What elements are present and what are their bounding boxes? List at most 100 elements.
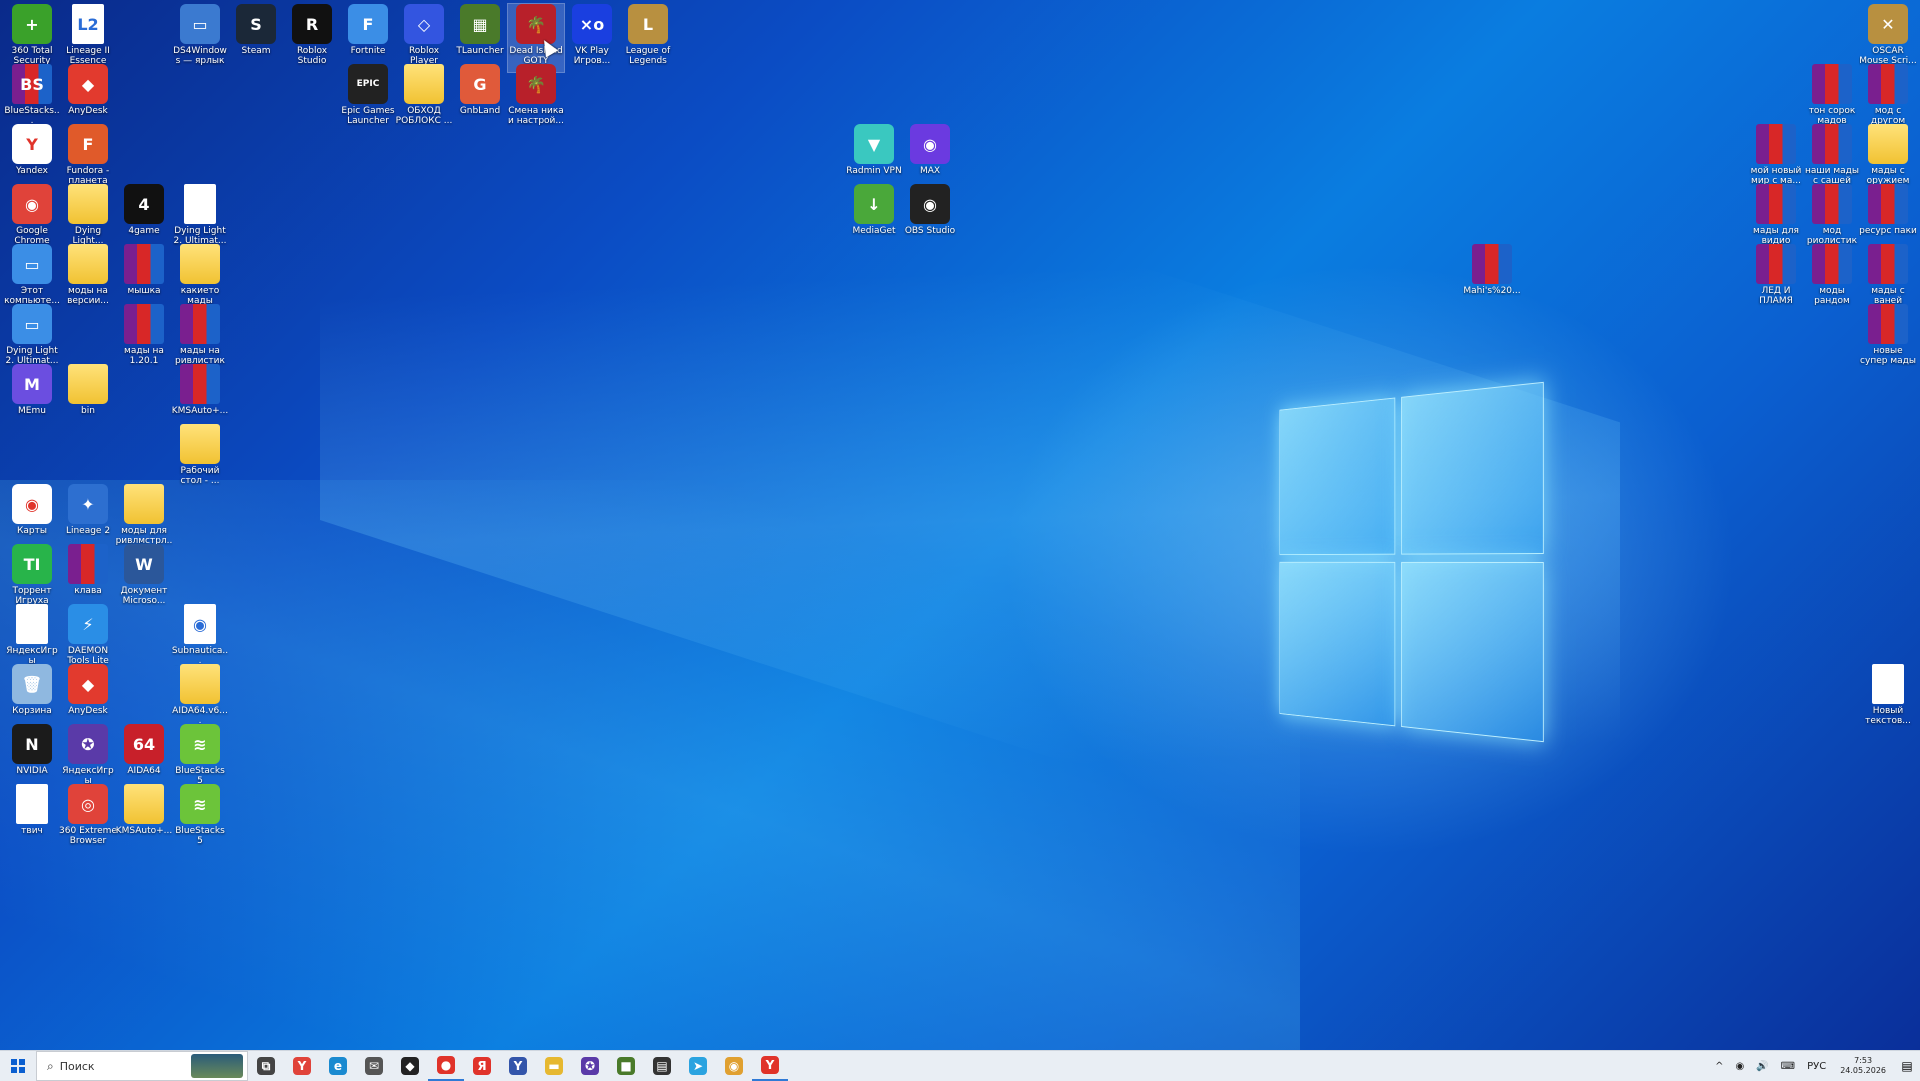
desktop-icon[interactable]: L2 Lineage II Essence xyxy=(60,4,116,72)
desktop-icon[interactable]: R Roblox Studio xyxy=(284,4,340,72)
desktop-icon[interactable]: ресурс паки xyxy=(1859,184,1917,252)
desktop-icon[interactable]: Dying Light... xyxy=(60,184,116,252)
notifications-icon[interactable]: ▤ xyxy=(1894,1051,1920,1081)
desktop-icon[interactable]: G GnbLand xyxy=(452,64,508,132)
taskbar-terminal-button[interactable]: ▤ xyxy=(644,1051,680,1081)
network-icon[interactable]: ◉ xyxy=(1735,1061,1744,1072)
taskbar-yandex-active-button[interactable]: Y xyxy=(752,1051,788,1081)
taskbar-epic-games-button[interactable]: ◆ xyxy=(392,1051,428,1081)
desktop-icon[interactable]: какието мады xyxy=(172,244,228,312)
desktop-icon[interactable]: F Fortnite xyxy=(340,4,396,72)
desktop-icon[interactable]: ▦ TLauncher xyxy=(452,4,508,72)
desktop-icon[interactable]: Mahi's%20... xyxy=(1463,244,1521,312)
desktop-icon[interactable]: ◇ Roblox Player xyxy=(396,4,452,72)
desktop-icon[interactable]: TI Торрент Игруха xyxy=(4,544,60,612)
desktop-icon[interactable]: W Документ Microso... xyxy=(116,544,172,612)
desktop-icon[interactable]: мады на ривлистик xyxy=(172,304,228,372)
desktop-icon[interactable]: наши мады с сашей xyxy=(1804,124,1860,192)
desktop-icon[interactable]: ✦ Lineage 2 xyxy=(60,484,116,552)
taskbar-yandex-browser-button[interactable]: Y xyxy=(284,1051,320,1081)
desktop-icon[interactable]: мод риолистик xyxy=(1804,184,1860,252)
desktop-icon[interactable]: моды на версии... xyxy=(60,244,116,312)
volume-icon[interactable]: 🔊 xyxy=(1756,1061,1768,1072)
desktop-icon[interactable]: твич xyxy=(4,784,60,852)
desktop-icon[interactable]: ↓ MediaGet xyxy=(846,184,902,252)
desktop[interactable]: +360 Total Security L2 Lineage II Essence B… xyxy=(0,0,1920,1050)
tray-chevron-icon[interactable]: ^ xyxy=(1715,1061,1723,1072)
taskbar-yandex-games-button[interactable]: ✪ xyxy=(572,1051,608,1081)
desktop-icon[interactable]: ЛЁД И ПЛАМЯ xyxy=(1748,244,1804,312)
taskbar-chrome-button[interactable]: ◉ xyxy=(716,1051,752,1081)
desktop-icon[interactable]: новые супер мады с ору... xyxy=(1860,304,1916,372)
desktop-icon[interactable]: 64 AIDA64 xyxy=(116,724,172,792)
desktop-icon[interactable]: ◉ Карты xyxy=(4,484,60,552)
desktop-icon[interactable]: ◉ Google Chrome xyxy=(4,184,60,252)
desktop-icon[interactable]: ×o VK Play Игров... xyxy=(564,4,620,72)
desktop-icon[interactable]: ≋ BlueStacks 5 xyxy=(172,784,228,852)
desktop-icon[interactable]: ≋ BlueStacks 5 xyxy=(172,724,228,792)
desktop-icon[interactable]: 4 4game xyxy=(116,184,172,252)
taskbar-yandex-app-button[interactable]: Y xyxy=(500,1051,536,1081)
taskbar-minecraft-button[interactable]: ■ xyxy=(608,1051,644,1081)
desktop-icon[interactable]: моды для ривлмстрл... xyxy=(116,484,172,552)
desktop-icon[interactable]: мышка xyxy=(116,244,172,312)
desktop-icon[interactable]: ◉Subnautica... AvailableT... xyxy=(172,604,228,672)
desktop-icon[interactable]: Рабочий стол - ... xyxy=(172,424,228,492)
desktop-icon[interactable]: ▭ DS4Windows — ярлык xyxy=(172,4,228,72)
language-indicator[interactable]: РУС xyxy=(1807,1061,1826,1072)
app-icon xyxy=(1756,124,1796,164)
desktop-icon[interactable]: S Steam xyxy=(228,4,284,72)
desktop-icon[interactable]: ◆ AnyDesk xyxy=(60,64,116,132)
search-input[interactable]: ⌕ Поиск xyxy=(36,1051,248,1081)
desktop-icon[interactable]: ◆ AnyDesk xyxy=(60,664,116,732)
clock[interactable]: 7:53 24.05.2026 xyxy=(1840,1056,1886,1076)
desktop-icon[interactable]: L League of Legends xyxy=(620,4,676,72)
desktop-icon[interactable]: мады на 1.20.1 xyxy=(116,304,172,372)
desktop-icon[interactable]: ◉ OBS Studio xyxy=(902,184,958,252)
desktop-icon[interactable]: моды рандом xyxy=(1804,244,1860,312)
desktop-icon[interactable]: Dying Light 2. Ultimat... xyxy=(172,184,228,252)
desktop-icon[interactable]: EPIC Epic Games Launcher xyxy=(340,64,396,132)
desktop-icon[interactable]: KMSAuto+... xyxy=(116,784,172,852)
taskbar-telegram-button[interactable]: ➤ xyxy=(680,1051,716,1081)
desktop-icon[interactable]: Y Yandex xyxy=(4,124,60,192)
desktop-icon[interactable]: AIDA64.v6.... xyxy=(172,664,228,732)
desktop-icon[interactable]: KMSAuto+... xyxy=(172,364,228,432)
desktop-icon[interactable]: ✕ OSCAR Mouse Scri... xyxy=(1859,4,1917,72)
desktop-icon[interactable]: 🌴 Смена ника и настрой... xyxy=(508,64,564,132)
desktop-icon[interactable]: ОБХОД РОБЛОКС ... xyxy=(396,64,452,132)
taskbar-file-explorer-button[interactable]: ▬ xyxy=(536,1051,572,1081)
desktop-icon-label: Документ Microso... xyxy=(120,586,168,606)
desktop-icon[interactable]: ◎ 360 Extreme Browser xyxy=(59,784,117,852)
desktop-icon[interactable]: ▼ Radmin VPN xyxy=(846,124,902,192)
taskbar-mail-button[interactable]: ✉ xyxy=(356,1051,392,1081)
desktop-icon[interactable]: клава xyxy=(60,544,116,612)
start-button[interactable] xyxy=(0,1051,36,1081)
desktop-icon[interactable]: N NVIDIA xyxy=(4,724,60,792)
desktop-icon[interactable]: мады с ваней xyxy=(1860,244,1916,312)
desktop-icon[interactable]: мады для видио xyxy=(1748,184,1804,252)
taskbar-yandex-button[interactable]: Я xyxy=(464,1051,500,1081)
desktop-icon[interactable]: ▭ Dying Light 2. Ultimat... xyxy=(4,304,60,372)
taskbar-edge-button[interactable]: e xyxy=(320,1051,356,1081)
desktop-icon[interactable]: FFundora - планета игр xyxy=(60,124,116,192)
desktop-icon[interactable]: мод с другом xyxy=(1860,64,1916,132)
desktop-icon[interactable]: ▭ Этот компьюте... xyxy=(4,244,60,312)
desktop-icon[interactable]: 🗑 Корзина xyxy=(4,664,60,732)
desktop-icon[interactable]: ⚡ DAEMON Tools Lite xyxy=(60,604,116,672)
desktop-icon[interactable]: Новый текстов... xyxy=(1860,664,1916,732)
desktop-icon[interactable]: мады с оружием xyxy=(1860,124,1916,192)
desktop-icon[interactable]: тон сорок мадов xyxy=(1804,64,1860,132)
desktop-icon[interactable]: bin xyxy=(60,364,116,432)
taskbar-task-view-button[interactable]: ⧉ xyxy=(248,1051,284,1081)
desktop-icon[interactable]: M MEmu xyxy=(4,364,60,432)
desktop-icon[interactable]: ЯндексИгры xyxy=(4,604,60,672)
keyboard-icon[interactable]: ⌨ xyxy=(1781,1061,1795,1072)
desktop-icon[interactable]: +360 Total Security xyxy=(4,4,60,72)
desktop-icon[interactable]: ✪ ЯндексИгры xyxy=(60,724,116,792)
desktop-icon[interactable]: 🌴 Dead Island GOTY xyxy=(507,3,565,73)
taskbar-yandex-music-button[interactable]: ● xyxy=(428,1051,464,1081)
desktop-icon[interactable]: BS BlueStacks... xyxy=(4,64,60,132)
desktop-icon[interactable]: мой новый мир с ма... xyxy=(1748,124,1804,192)
desktop-icon[interactable]: ◉ MAX xyxy=(902,124,958,192)
